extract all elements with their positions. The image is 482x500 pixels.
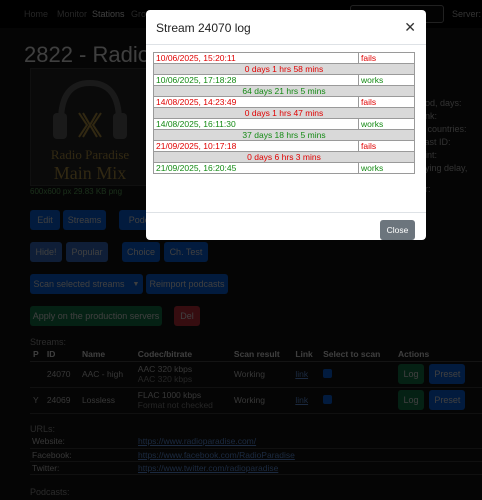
stream-log-modal: Stream 24070 log ✕ 10/06/2025, 15:20:11 f… (146, 10, 426, 240)
log-duration-row: 0 days 1 hrs 58 mins (153, 63, 415, 75)
log-timestamp: 10/06/2025, 17:18:28 (153, 74, 359, 86)
log-timestamp: 21/09/2025, 16:20:45 (153, 162, 359, 174)
log-status: works (358, 118, 415, 130)
log-event-row: 14/08/2025, 16:11:30 works (153, 118, 415, 130)
log-status: fails (358, 140, 415, 152)
log-duration-row: 37 days 18 hrs 5 mins (153, 129, 415, 141)
log-duration-row: 0 days 1 hrs 47 mins (153, 107, 415, 119)
log-duration-row: 0 days 6 hrs 3 mins (153, 151, 415, 163)
log-timestamp: 14/08/2025, 16:11:30 (153, 118, 359, 130)
close-icon[interactable]: ✕ (404, 19, 416, 36)
modal-header-divider (146, 44, 426, 45)
log-timestamp: 21/09/2025, 10:17:18 (153, 140, 359, 152)
log-timestamp: 14/08/2025, 14:23:49 (153, 96, 359, 108)
log-status: fails (358, 52, 415, 64)
log-table: 10/06/2025, 15:20:11 fails 0 days 1 hrs 58… (153, 52, 415, 174)
modal-footer-divider (146, 212, 426, 213)
modal-title: Stream 24070 log (156, 21, 251, 35)
log-duration: 0 days 1 hrs 47 mins (153, 107, 415, 119)
log-duration: 0 days 6 hrs 3 mins (153, 151, 415, 163)
log-event-row: 21/09/2025, 10:17:18 fails (153, 140, 415, 152)
log-event-row: 14/08/2025, 14:23:49 fails (153, 96, 415, 108)
log-event-row: 21/09/2025, 16:20:45 works (153, 162, 415, 174)
log-status: works (358, 162, 415, 174)
log-event-row: 10/06/2025, 15:20:11 fails (153, 52, 415, 64)
log-event-row: 10/06/2025, 17:18:28 works (153, 74, 415, 86)
log-duration: 37 days 18 hrs 5 mins (153, 129, 415, 141)
log-duration: 64 days 21 hrs 5 mins (153, 85, 415, 97)
log-status: fails (358, 96, 415, 108)
log-status: works (358, 74, 415, 86)
log-duration: 0 days 1 hrs 58 mins (153, 63, 415, 75)
log-duration-row: 64 days 21 hrs 5 mins (153, 85, 415, 97)
close-button[interactable]: Close (380, 220, 415, 240)
log-timestamp: 10/06/2025, 15:20:11 (153, 52, 359, 64)
